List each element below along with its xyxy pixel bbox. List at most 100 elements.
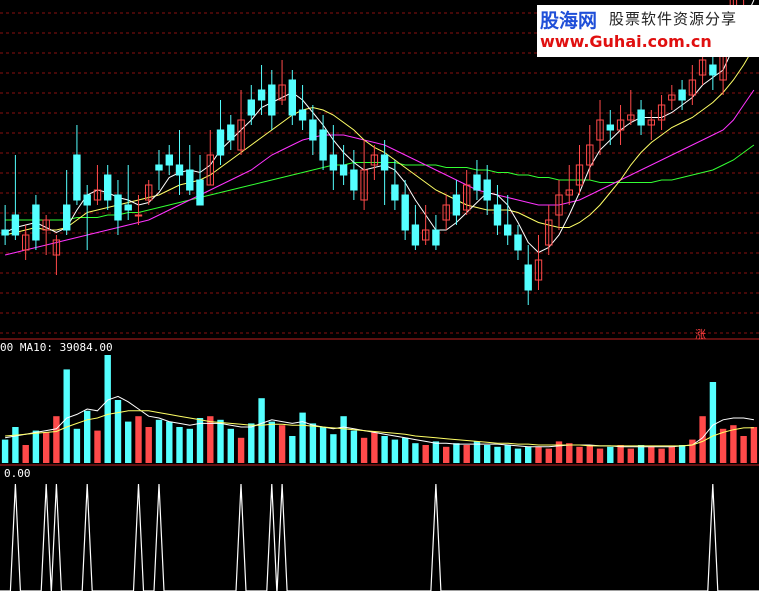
candle-body (319, 129, 327, 161)
candle-body (339, 164, 348, 176)
candle-body (514, 234, 522, 251)
volume-bar (299, 412, 306, 463)
volume-bar (709, 382, 717, 463)
volume-bar (648, 446, 655, 463)
volume-bar (566, 443, 573, 463)
candle (1, 205, 9, 245)
volume-bar (319, 427, 327, 463)
volume-bar (740, 436, 747, 463)
candle-body (288, 79, 297, 116)
candle (309, 105, 317, 155)
candle-body (309, 119, 317, 141)
volume-bar (545, 448, 552, 463)
candle-body (175, 164, 184, 176)
volume-bar (196, 418, 204, 463)
volume-bar (484, 445, 491, 463)
volume-indicator-label: 00 MA10: 39084.00 (0, 341, 113, 354)
volume-bar (360, 437, 368, 463)
candle-body (63, 204, 71, 231)
volume-bar (719, 428, 727, 463)
watermark-url: www.Guhai.com.cn (540, 32, 712, 51)
volume-bar (607, 446, 614, 463)
volume-bar (227, 428, 234, 463)
candle (63, 170, 71, 235)
rise-badge: 涨 (695, 328, 706, 341)
volume-bar (504, 445, 511, 463)
candle-body (83, 194, 91, 206)
volume-bar (443, 446, 450, 463)
volume-bar (422, 445, 429, 463)
volume-bar (668, 446, 675, 463)
candle-body (411, 224, 420, 246)
volume-bar (586, 445, 593, 463)
candle-body (11, 214, 20, 236)
volume-bar (381, 436, 388, 463)
volume-bar (12, 427, 19, 463)
volume-bar (637, 445, 645, 463)
watermark-logo: 股海网 (540, 10, 598, 32)
watermark: 股海网 股票软件资源分享 www.Guhai.com.cn (537, 5, 759, 57)
volume-bar (453, 443, 460, 463)
candle (11, 155, 20, 240)
candle-body (227, 124, 235, 141)
volume-bar (186, 428, 193, 463)
volume-bar (166, 421, 173, 463)
candle-body (504, 224, 512, 236)
candle-body (524, 264, 532, 291)
candle (627, 90, 635, 125)
volume-bar (330, 434, 337, 463)
candle (216, 100, 225, 165)
volume-bar (22, 445, 29, 463)
candle-body (432, 229, 440, 246)
candle (247, 85, 256, 125)
volume-ma10-label: MA10: 39084.00 (19, 341, 113, 354)
candle-body (298, 109, 307, 121)
volume-bar (576, 446, 583, 463)
volume-bar (730, 425, 737, 463)
candle-body (32, 204, 40, 241)
candle (93, 165, 102, 205)
candle (165, 145, 174, 175)
candle (534, 235, 543, 290)
candle-body (1, 229, 9, 236)
candle (32, 195, 40, 250)
candle (175, 130, 184, 195)
volume-bar (340, 416, 347, 463)
volume-bar (309, 423, 317, 463)
candle (657, 95, 666, 130)
candle (268, 70, 276, 130)
candle (483, 165, 491, 215)
volume-bar (135, 416, 142, 463)
candle (596, 100, 604, 155)
candle (42, 215, 50, 255)
candle (196, 155, 204, 206)
signal-line (0, 483, 759, 591)
candle (637, 100, 645, 135)
candle-body (709, 64, 717, 76)
candle-body (257, 89, 266, 101)
candle-body (473, 174, 481, 191)
candle (442, 195, 450, 230)
candle (524, 245, 532, 305)
candle (432, 215, 440, 250)
candle-body (401, 194, 409, 231)
candle-body (350, 169, 358, 191)
candle-body (329, 154, 338, 171)
volume-bar (104, 355, 111, 463)
candle (73, 125, 81, 205)
volume-bar (145, 427, 152, 463)
price-grid (0, 12, 759, 466)
candle (565, 165, 573, 205)
volume-bar (53, 416, 60, 463)
candle-body (483, 179, 491, 201)
candle-body (165, 154, 174, 166)
candle-body (124, 204, 132, 211)
volume-bar (268, 421, 275, 463)
candle-body (114, 194, 122, 221)
volume-bar (1, 439, 9, 463)
candle (206, 130, 215, 186)
candle-body (155, 164, 163, 171)
candle-body (216, 129, 225, 156)
volume-bar (114, 400, 122, 463)
candle (339, 145, 348, 185)
